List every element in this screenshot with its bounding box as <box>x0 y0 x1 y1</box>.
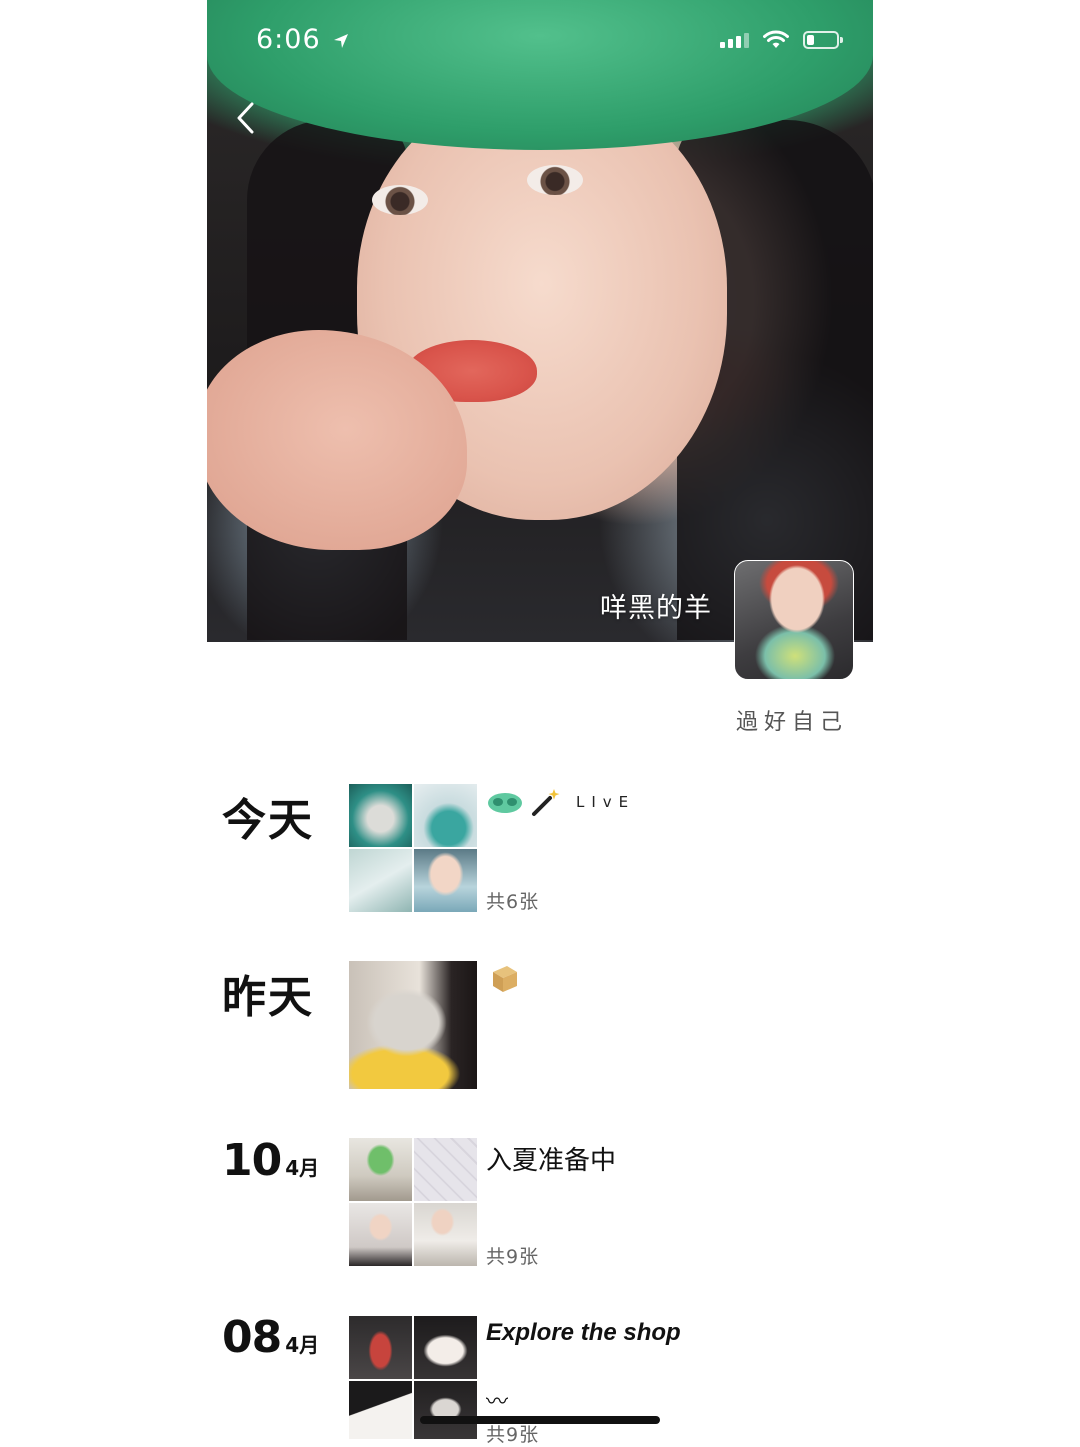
avatar[interactable] <box>734 560 854 680</box>
post-thumbnails[interactable] <box>349 784 477 912</box>
status-time: 6:06 <box>256 24 350 55</box>
post-date-today: 今天 <box>222 795 314 846</box>
post-caption-wave: 〰 <box>486 1390 509 1415</box>
green-mask-icon <box>488 793 522 813</box>
thumbnail <box>349 1138 412 1201</box>
live-text: LIvE <box>576 793 636 811</box>
thumbnail <box>414 1316 477 1379</box>
post-date-month: 4月 <box>285 1156 320 1180</box>
location-arrow-icon <box>334 33 349 48</box>
thumbnail <box>414 1138 477 1201</box>
post-date-month: 4月 <box>285 1333 320 1357</box>
post-count: 共6张 <box>486 891 540 913</box>
post-thumbnails[interactable] <box>349 1138 477 1266</box>
cover-photo-eye-right <box>527 165 583 195</box>
cellular-signal-icon <box>720 32 749 48</box>
cover-photo <box>207 0 873 642</box>
post-caption-explore: Explore the shop <box>486 1319 681 1346</box>
thumbnail <box>414 1203 477 1266</box>
post-count: 共9张 <box>486 1424 540 1446</box>
thumbnail <box>349 1203 412 1266</box>
thumbnail <box>414 784 477 847</box>
profile-name: 咩黑的羊 <box>600 593 712 624</box>
thumbnail <box>414 849 477 912</box>
post-caption: 入夏准备中 <box>486 1146 617 1176</box>
status-time-text: 6:06 <box>256 24 321 55</box>
back-chevron-icon[interactable] <box>230 100 266 136</box>
profile-bio: 過好自己 <box>736 710 849 735</box>
post-count: 共9张 <box>486 1246 540 1268</box>
thumbnail <box>349 849 412 912</box>
home-indicator[interactable] <box>420 1416 660 1424</box>
magic-wand-icon <box>532 789 560 816</box>
post-date-day: 08 <box>222 1312 282 1363</box>
battery-level <box>807 35 814 45</box>
thumbnail <box>349 1381 412 1439</box>
status-right <box>720 30 843 50</box>
post-caption-live: LIvE <box>486 786 635 818</box>
cover-photo-eye-left <box>372 185 428 215</box>
thumbnail <box>414 1381 477 1439</box>
post-date-yesterday: 昨天 <box>222 972 314 1023</box>
post-thumbnail-cat[interactable] <box>349 961 477 1089</box>
post-date-08-april: 08 4月 <box>222 1312 319 1363</box>
battery-icon <box>803 31 843 49</box>
post-date-10-april: 10 4月 <box>222 1135 319 1186</box>
thumbnail <box>349 1316 412 1379</box>
thumbnail <box>349 784 412 847</box>
wifi-icon <box>763 30 789 48</box>
post-date-day: 10 <box>222 1135 282 1186</box>
package-icon <box>493 966 517 992</box>
